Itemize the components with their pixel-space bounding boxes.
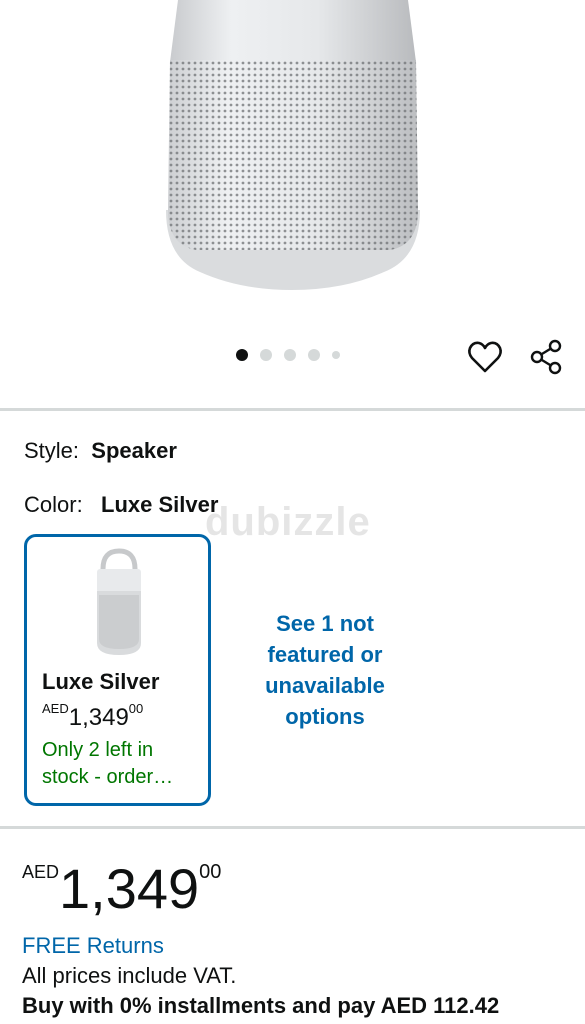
installments-note: Buy with 0% installments and pay AED 112… — [22, 993, 500, 1018]
section-divider — [0, 408, 585, 411]
product-image[interactable] — [0, 0, 585, 330]
vat-note: All prices include VAT. — [22, 963, 237, 988]
swatch-price-fraction: 00 — [128, 701, 144, 716]
swatch-price-currency: AED — [42, 701, 69, 716]
see-unavailable-options-link[interactable]: See 1 not featured or unavailable option… — [240, 608, 410, 732]
share-button[interactable] — [528, 338, 564, 376]
color-swatch-luxe-silver[interactable]: Luxe Silver AED1,34900 Only 2 left in st… — [24, 534, 211, 806]
carousel-dot[interactable] — [284, 349, 296, 361]
section-divider — [0, 826, 585, 829]
style-row: Style: Speaker — [24, 438, 177, 464]
speaker-thumbnail — [97, 548, 141, 655]
product-price: AED1,34900 — [22, 856, 221, 921]
color-label: Color: — [24, 492, 83, 517]
swatch-price: AED1,34900 — [42, 701, 143, 732]
image-carousel-indicator[interactable] — [236, 348, 340, 362]
carousel-dot[interactable] — [332, 351, 340, 359]
style-label: Style: — [24, 438, 80, 463]
style-value: Speaker — [91, 438, 177, 463]
share-icon — [530, 339, 562, 375]
swatch-name: Luxe Silver — [42, 669, 160, 694]
color-value: Luxe Silver — [101, 492, 219, 517]
watermark-logo: dubizzle — [205, 500, 371, 544]
color-row: Color: Luxe Silver — [24, 492, 218, 518]
swatch-stock-note: Only 2 left in stock - order… — [42, 739, 174, 788]
free-returns-link[interactable]: FREE Returns — [22, 933, 164, 959]
speaker-image — [166, 0, 420, 290]
price-currency: AED — [22, 862, 60, 882]
swatch-price-whole: 1,349 — [68, 704, 129, 731]
price-fraction: 00 — [199, 861, 222, 883]
carousel-dot[interactable] — [236, 349, 248, 361]
carousel-dot[interactable] — [260, 349, 272, 361]
carousel-dot[interactable] — [308, 349, 320, 361]
heart-icon — [468, 341, 502, 373]
wishlist-button[interactable] — [466, 338, 504, 376]
price-whole: 1,349 — [59, 857, 200, 920]
